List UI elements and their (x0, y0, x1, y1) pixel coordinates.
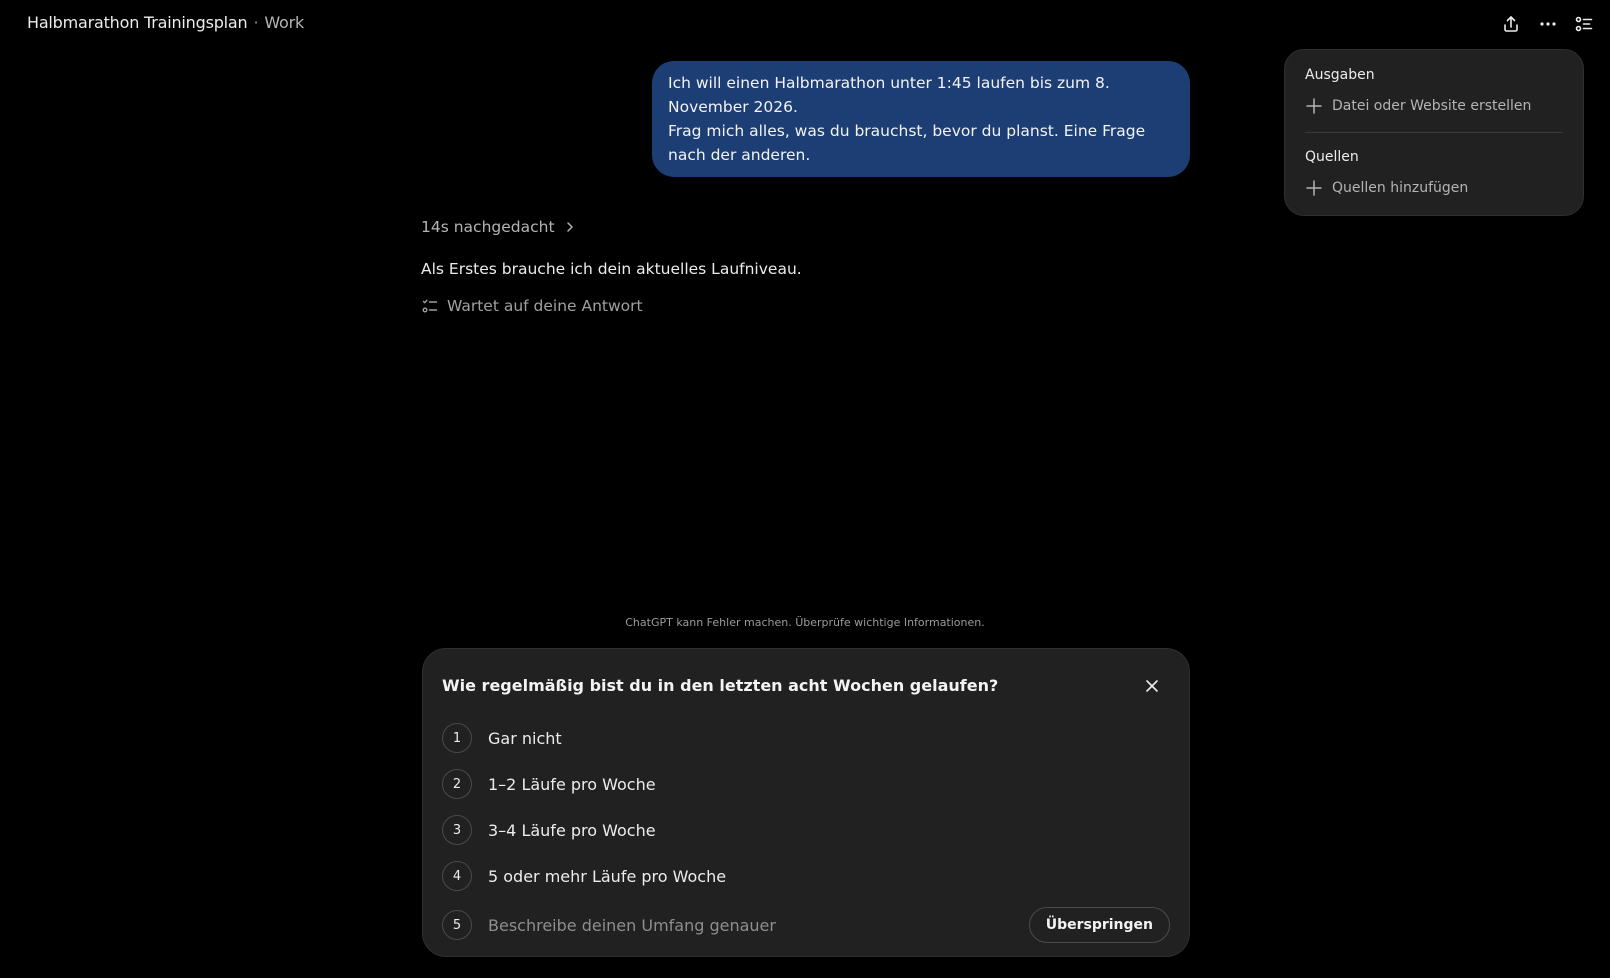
option-label: 3–4 Läufe pro Woche (488, 820, 656, 840)
custom-answer-input[interactable] (488, 915, 988, 935)
assistant-message: Als Erstes brauche ich dein aktuelles La… (421, 260, 802, 278)
top-bar: Halbmarathon Trainingsplan · Work (0, 0, 1610, 46)
side-panel: Ausgaben Datei oder Website erstellen Qu… (1284, 49, 1584, 216)
skip-button[interactable]: Überspringen (1028, 907, 1170, 943)
thought-label: 14s nachgedacht (421, 218, 555, 236)
answer-option-1[interactable]: 1 Gar nicht (442, 722, 562, 754)
waiting-status: Wartet auf deine Antwort (421, 297, 643, 315)
sources-heading: Quellen (1305, 149, 1359, 165)
checklist-icon (422, 299, 438, 313)
title-separator: · (253, 13, 259, 32)
panel-list-icon[interactable] (1572, 12, 1596, 36)
question-card: Wie regelmäßig bist du in den letzten ac… (422, 648, 1190, 957)
option-number: 2 (442, 769, 472, 799)
close-icon (1146, 680, 1158, 692)
question-text: Wie regelmäßig bist du in den letzten ac… (442, 676, 999, 695)
create-file-button[interactable]: Datei oder Website erstellen (1305, 97, 1531, 115)
option-label: 5 oder mehr Läufe pro Woche (488, 866, 727, 886)
user-message: Ich will einen Halbmarathon unter 1:45 l… (652, 61, 1190, 177)
plus-icon (1306, 180, 1322, 196)
waiting-label: Wartet auf deine Antwort (447, 297, 643, 315)
chevron-right-icon (566, 222, 573, 232)
option-label: Gar nicht (488, 728, 562, 748)
option-number: 5 (442, 910, 472, 940)
option-number: 1 (442, 723, 472, 753)
chat-title: Halbmarathon Trainingsplan (27, 13, 248, 32)
answer-option-4[interactable]: 4 5 oder mehr Läufe pro Woche (442, 860, 726, 892)
option-number: 4 (442, 861, 472, 891)
project-name[interactable]: Work (264, 13, 304, 32)
option-number: 3 (442, 815, 472, 845)
create-file-label: Datei oder Website erstellen (1332, 98, 1532, 114)
user-message-line: Frag mich alles, was du brauchst, bevor … (668, 122, 1146, 164)
more-icon[interactable] (1536, 12, 1560, 36)
panel-divider (1305, 132, 1563, 133)
answer-option-2[interactable]: 2 1–2 Läufe pro Woche (442, 768, 656, 800)
disclaimer: ChatGPT kann Fehler machen. Überprüfe wi… (625, 616, 985, 629)
conversation-title[interactable]: Halbmarathon Trainingsplan · Work (27, 13, 304, 32)
add-sources-button[interactable]: Quellen hinzufügen (1305, 179, 1468, 197)
thought-toggle[interactable]: 14s nachgedacht (421, 218, 577, 236)
add-sources-label: Quellen hinzufügen (1332, 180, 1469, 196)
share-icon[interactable] (1499, 12, 1523, 36)
option-label: 1–2 Läufe pro Woche (488, 774, 656, 794)
plus-icon (1306, 98, 1322, 114)
outputs-heading: Ausgaben (1305, 67, 1375, 83)
close-button[interactable] (1139, 673, 1165, 699)
answer-option-3[interactable]: 3 3–4 Läufe pro Woche (442, 814, 656, 846)
user-message-line: Ich will einen Halbmarathon unter 1:45 l… (668, 74, 1110, 116)
answer-option-custom[interactable]: 5 (442, 909, 988, 941)
